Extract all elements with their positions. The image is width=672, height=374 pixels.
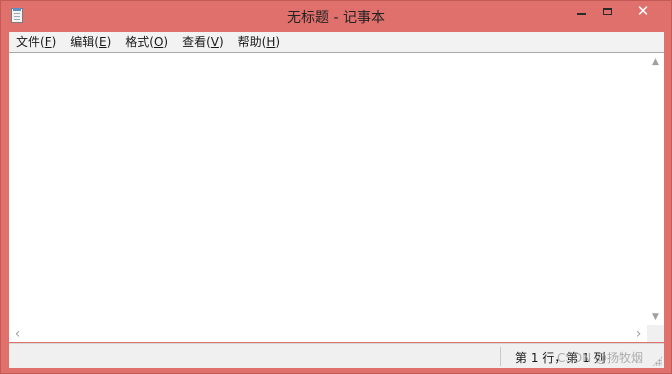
menu-view[interactable]: 查看(V) — [175, 32, 231, 52]
title-bar[interactable]: 无标题 - 记事本 ✕ — [1, 1, 671, 31]
menu-bar: 文件(F) 编辑(E) 格式(O) 查看(V) 帮助(H) — [9, 32, 664, 52]
minimize-button[interactable] — [568, 1, 594, 21]
scrollbar-corner — [647, 325, 664, 342]
watermark-text: CSDN @扬牧烟 — [557, 351, 644, 365]
menu-help[interactable]: 帮助(H) — [231, 32, 287, 52]
status-bar: 第 1 行，第 1 列 CSDN @扬牧烟 — [9, 343, 664, 368]
scroll-up-icon[interactable]: ▲ — [647, 53, 664, 70]
menu-file[interactable]: 文件(F) — [9, 32, 63, 52]
menu-edit[interactable]: 编辑(E) — [63, 32, 118, 52]
text-editor-area[interactable]: ▲ ▼ ‹ › — [9, 52, 664, 342]
close-icon: ✕ — [636, 2, 650, 20]
close-button[interactable]: ✕ — [620, 1, 666, 21]
horizontal-scrollbar[interactable]: ‹ › — [9, 325, 647, 342]
resize-grip-icon[interactable] — [652, 356, 662, 366]
scroll-left-icon[interactable]: ‹ — [9, 325, 26, 342]
menu-format[interactable]: 格式(O) — [118, 32, 175, 52]
scroll-right-icon[interactable]: › — [630, 325, 647, 342]
vertical-scrollbar[interactable]: ▲ ▼ — [647, 53, 664, 325]
scroll-down-icon[interactable]: ▼ — [647, 308, 664, 325]
maximize-icon — [602, 7, 612, 15]
maximize-button[interactable] — [594, 1, 620, 21]
notepad-window: 无标题 - 记事本 ✕ 文件(F) 编辑(E) 格式(O) 查看(V) 帮助(H… — [0, 0, 672, 374]
minimize-icon — [576, 13, 586, 15]
status-divider — [500, 347, 501, 366]
